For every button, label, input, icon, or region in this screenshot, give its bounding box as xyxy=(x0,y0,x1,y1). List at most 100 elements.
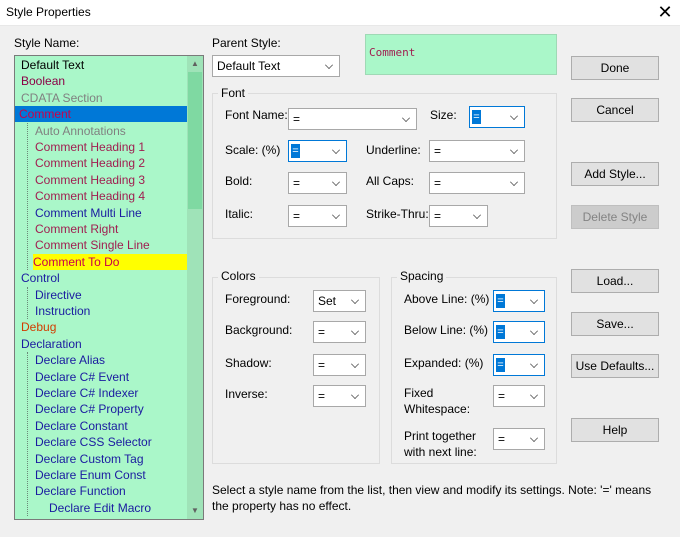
list-item[interactable]: Auto Annotations xyxy=(33,123,128,139)
shadow-select[interactable]: = xyxy=(313,354,366,376)
list-item[interactable]: Comment Heading 4 xyxy=(33,188,147,204)
list-item[interactable]: Declare Function xyxy=(33,483,128,499)
list-item[interactable]: Debug xyxy=(19,319,58,335)
above-line-label: Above Line: (%) xyxy=(404,292,490,306)
print-together-select[interactable]: = xyxy=(493,428,545,450)
list-item-label: Declaration xyxy=(21,336,82,351)
scale-select[interactable]: = xyxy=(288,140,347,162)
list-item[interactable]: Declare C# Indexer xyxy=(33,385,140,401)
list-item-label: Directive xyxy=(35,287,82,302)
list-item[interactable]: Declare Alias xyxy=(33,352,107,368)
help-note: Select a style name from the list, then … xyxy=(212,483,652,513)
list-item[interactable]: Declare C# Event xyxy=(33,369,131,385)
italic-label: Italic: xyxy=(225,207,254,221)
close-icon[interactable]: ✕ xyxy=(655,2,675,22)
list-item[interactable]: Comment xyxy=(15,106,187,123)
fixed-whitespace-label-2: Whitespace: xyxy=(404,402,471,416)
list-item[interactable]: Declare Enum Const xyxy=(33,467,148,483)
list-item-label: Declare C# Indexer xyxy=(35,386,139,400)
list-item-label: Auto Annotations xyxy=(35,123,126,138)
expanded-label: Expanded: (%) xyxy=(404,356,484,370)
background-select[interactable]: = xyxy=(313,321,366,343)
print-together-value: = xyxy=(498,432,506,446)
list-item[interactable]: Instruction xyxy=(33,303,92,319)
list-item-label: Comment Multi Line xyxy=(35,205,142,220)
list-item[interactable]: Boolean xyxy=(19,73,67,89)
font-group-title: Font xyxy=(218,86,249,100)
scroll-thumb[interactable] xyxy=(188,72,202,209)
all-caps-select[interactable]: = xyxy=(429,172,525,194)
list-item[interactable]: Comment To Do xyxy=(33,253,187,270)
list-item[interactable]: Declare Edit Macro xyxy=(47,500,153,516)
style-name-label: Style Name: xyxy=(14,36,80,50)
bold-select[interactable]: = xyxy=(288,172,347,194)
tree-guide-line xyxy=(27,286,28,320)
inverse-select[interactable]: = xyxy=(313,385,366,407)
delete-style-button[interactable]: Delete Style xyxy=(571,205,659,229)
list-item[interactable]: Comment Heading 2 xyxy=(33,155,147,171)
list-item[interactable]: Declare Constant xyxy=(33,418,130,434)
above-line-select[interactable]: = xyxy=(493,290,545,312)
cancel-button[interactable]: Cancel xyxy=(571,98,659,122)
list-item-label: Comment Right xyxy=(35,222,119,236)
chevron-down-icon xyxy=(351,327,359,335)
list-scrollbar[interactable]: ▲ ▼ xyxy=(187,56,203,519)
list-item[interactable]: CDATA Section xyxy=(19,90,105,106)
parent-style-select[interactable]: Default Text xyxy=(212,55,340,77)
italic-select[interactable]: = xyxy=(288,205,347,227)
underline-value: = xyxy=(434,144,442,158)
list-item[interactable]: Default Text xyxy=(19,57,86,73)
list-item-label: Comment Single Line xyxy=(35,238,150,253)
size-value: = xyxy=(472,110,481,124)
load-button[interactable]: Load... xyxy=(571,269,659,293)
save-button[interactable]: Save... xyxy=(571,312,659,336)
above-line-value: = xyxy=(496,294,505,308)
list-item-label: Comment Heading 1 xyxy=(35,140,146,154)
list-item[interactable]: Declare CSS Selector xyxy=(33,434,154,450)
list-item-label: Comment Heading 2 xyxy=(35,156,146,171)
scroll-down-icon[interactable]: ▼ xyxy=(187,503,203,519)
list-item[interactable]: Directive xyxy=(33,287,84,303)
list-item-label: Comment xyxy=(19,107,72,122)
list-item-label: Default Text xyxy=(21,58,85,72)
style-name-list[interactable]: Default Text Boolean CDATA Section Comment A… xyxy=(14,55,204,520)
list-item-label: Declare Edit Macro xyxy=(49,500,152,515)
underline-select[interactable]: = xyxy=(429,140,525,162)
italic-value: = xyxy=(293,209,301,223)
list-item[interactable]: Control xyxy=(19,270,62,286)
list-item[interactable]: Declare C# Property xyxy=(33,401,146,417)
help-button[interactable]: Help xyxy=(571,418,659,442)
foreground-value: Set xyxy=(318,294,337,308)
list-item[interactable]: Comment Right xyxy=(33,221,120,237)
scale-label: Scale: (%) xyxy=(225,143,281,157)
done-button[interactable]: Done xyxy=(571,56,659,80)
fixed-whitespace-select[interactable]: = xyxy=(493,385,545,407)
chevron-down-icon xyxy=(510,178,518,186)
add-style-button[interactable]: Add Style... xyxy=(571,162,659,186)
expanded-select[interactable]: = xyxy=(493,354,545,376)
use-defaults-button[interactable]: Use Defaults... xyxy=(571,354,659,378)
bold-label: Bold: xyxy=(225,174,253,188)
font-name-label: Font Name: xyxy=(225,108,288,122)
list-item[interactable]: Comment Heading 3 xyxy=(33,172,147,188)
strike-thru-select[interactable]: = xyxy=(429,205,488,227)
list-item[interactable]: Comment Multi Line xyxy=(33,205,144,221)
chevron-down-icon xyxy=(332,146,340,154)
list-item[interactable]: Comment Heading 1 xyxy=(33,139,147,155)
list-item[interactable]: Comment Single Line xyxy=(33,237,152,253)
below-line-select[interactable]: = xyxy=(493,321,545,343)
strike-thru-value: = xyxy=(434,209,442,223)
scroll-up-icon[interactable]: ▲ xyxy=(187,56,203,72)
chevron-down-icon xyxy=(530,296,538,304)
list-item[interactable]: Declaration xyxy=(19,336,84,352)
list-item-label: Declare Enum Const xyxy=(35,468,146,482)
list-item[interactable]: Declare Custom Tag xyxy=(33,451,146,467)
chevron-down-icon xyxy=(351,391,359,399)
font-name-select[interactable]: = xyxy=(288,108,417,130)
list-item-label: Comment Heading 4 xyxy=(35,189,146,204)
chevron-down-icon xyxy=(351,296,359,304)
list-item-label: Comment To Do xyxy=(33,254,120,269)
foreground-select[interactable]: Set xyxy=(313,290,366,312)
size-select[interactable]: = xyxy=(469,106,525,128)
inverse-value: = xyxy=(318,389,326,403)
